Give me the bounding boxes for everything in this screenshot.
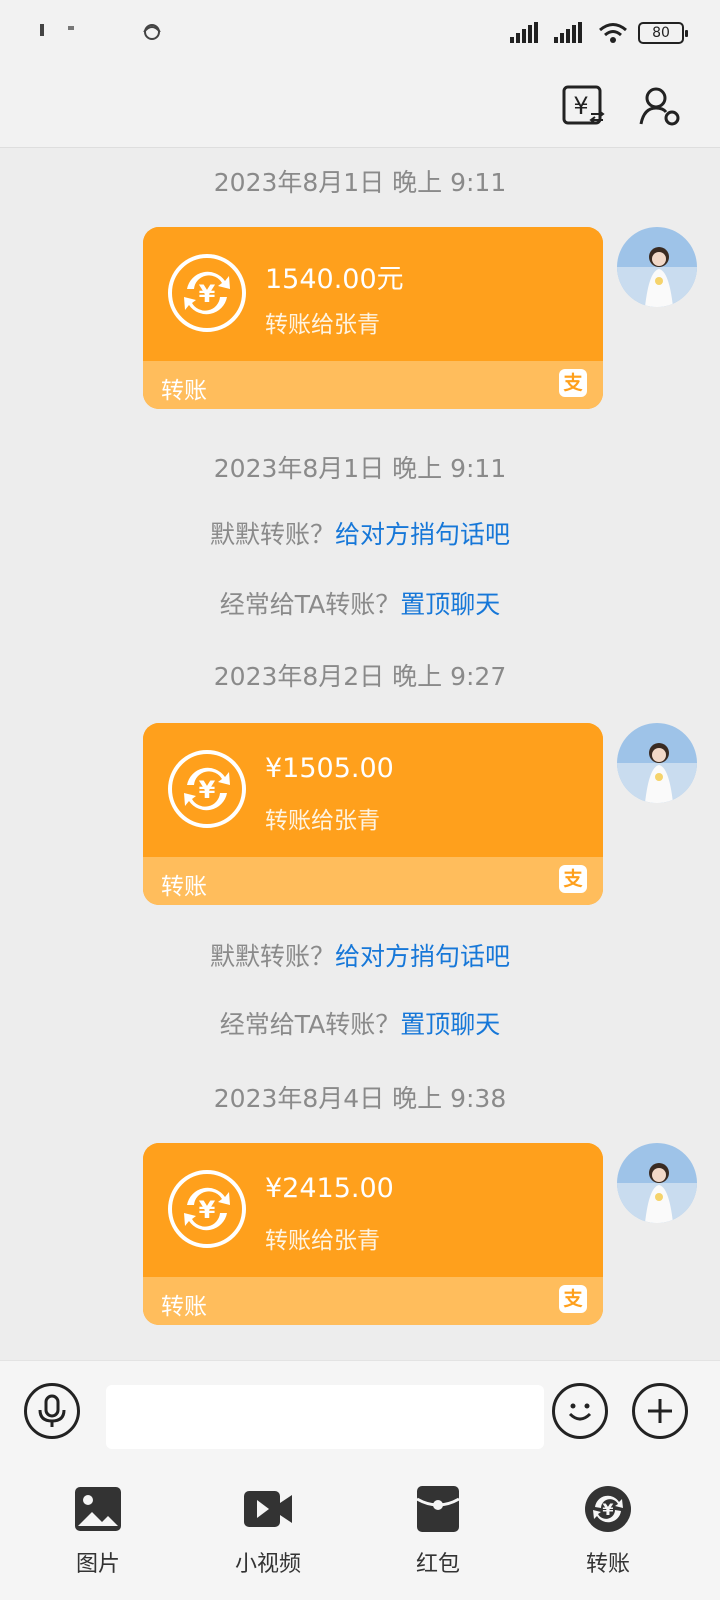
svg-text:¥: ¥ <box>199 280 216 308</box>
signal-icon <box>510 22 538 43</box>
chat-header: ¥ <box>0 72 720 148</box>
avatar[interactable] <box>617 1143 697 1223</box>
smiley-icon <box>568 1403 592 1421</box>
person-settings-icon <box>639 87 680 126</box>
plus-icon <box>648 1399 672 1423</box>
more-options-button[interactable] <box>632 1383 688 1439</box>
message-timestamp: 2023年8月1日 晚上 9:11 <box>213 168 507 197</box>
avatar[interactable] <box>617 227 697 307</box>
yuan-transfer-icon: ¥ <box>562 85 605 125</box>
tip-text: 经常给TA转账？ <box>219 590 401 619</box>
tip-text: 经常给TA转账？ <box>219 1010 401 1039</box>
message-timestamp: 2023年8月4日 晚上 9:38 <box>213 1084 507 1113</box>
tool-image[interactable]: 图片 <box>38 1484 158 1578</box>
transfer-card-footer: 转账 支 <box>143 857 603 905</box>
yuan-exchange-icon: ¥ <box>168 750 246 828</box>
signal-icon-2 <box>554 22 582 43</box>
alipay-logo-icon: 支 <box>559 865 587 893</box>
send-message-link[interactable]: 给对方捎句话吧 <box>335 942 510 971</box>
message-timestamp: 2023年8月2日 晚上 9:27 <box>213 662 507 691</box>
video-icon <box>243 1484 293 1534</box>
transfer-card-body: ¥ ¥2415.00 转账给张青 <box>143 1143 603 1277</box>
transfer-label: 转账 <box>161 378 207 404</box>
transfer-record-button[interactable]: ¥ <box>556 78 612 134</box>
avatar-image <box>617 227 697 307</box>
message-text-input[interactable] <box>106 1385 544 1449</box>
tool-label: 小视频 <box>234 1552 301 1577</box>
transfer-card-body: ¥ 1540.00元 转账给张青 <box>143 227 603 361</box>
svg-text:¥: ¥ <box>199 776 216 804</box>
message-input-bar <box>0 1360 720 1470</box>
avatar[interactable] <box>617 723 697 803</box>
transfer-amount: 1540.00元 <box>265 264 404 295</box>
transfer-amount: ¥1505.00 <box>265 753 394 784</box>
transfer-description: 转账给张青 <box>265 1228 380 1254</box>
battery-indicator: 80 <box>638 22 688 44</box>
tip-text: 默默转账？ <box>209 520 335 549</box>
send-message-link[interactable]: 给对方捎句话吧 <box>335 520 510 549</box>
chat-profile-button[interactable] <box>632 78 688 134</box>
tool-label: 红包 <box>415 1552 460 1577</box>
avatar-image <box>617 723 697 803</box>
transfer-card[interactable]: ¥ ¥1505.00 转账给张青 转账 支 <box>143 723 603 905</box>
transfer-card[interactable]: ¥ ¥2415.00 转账给张青 转账 支 <box>143 1143 603 1325</box>
transfer-card[interactable]: ¥ 1540.00元 转账给张青 转账 支 <box>143 227 603 409</box>
avatar-image <box>617 1143 697 1223</box>
microphone-icon <box>38 1394 66 1427</box>
chat-message-list[interactable]: 2023年8月1日 晚上 9:11 ¥ 1540.00元 转账给张青 转账 支 <box>0 149 720 1360</box>
yuan-exchange-icon: ¥ <box>168 1170 246 1248</box>
silent-transfer-tip: 默默转账？给对方捎句话吧 <box>0 937 720 973</box>
pin-chat-tip: 经常给TA转账？置顶聊天 <box>0 585 720 621</box>
status-bar: 80 <box>0 0 720 72</box>
image-icon <box>73 1484 123 1534</box>
transfer-icon: ¥ <box>583 1484 633 1534</box>
tool-video[interactable]: 小视频 <box>208 1484 328 1578</box>
message-timestamp: 2023年8月1日 晚上 9:11 <box>213 454 507 483</box>
transfer-card-body: ¥ ¥1505.00 转账给张青 <box>143 723 603 857</box>
tool-label: 转账 <box>585 1552 630 1577</box>
pin-chat-link[interactable]: 置顶聊天 <box>400 1010 500 1039</box>
alipay-logo-icon: 支 <box>559 1285 587 1313</box>
transfer-description: 转账给张青 <box>265 808 380 834</box>
pin-chat-link[interactable]: 置顶聊天 <box>400 590 500 619</box>
wifi-icon <box>599 23 627 43</box>
transfer-description: 转账给张青 <box>265 312 380 338</box>
tool-red-packet[interactable]: 红包 <box>378 1484 498 1578</box>
red-packet-icon <box>413 1484 463 1534</box>
tool-label: 图片 <box>75 1552 120 1577</box>
transfer-label: 转账 <box>161 874 207 900</box>
transfer-card-footer: 转账 支 <box>143 1277 603 1325</box>
transfer-card-footer: 转账 支 <box>143 361 603 409</box>
status-left-icons <box>40 18 170 44</box>
notification-icons <box>40 24 161 40</box>
voice-button[interactable] <box>24 1383 80 1439</box>
alipay-logo-icon: 支 <box>559 369 587 397</box>
pin-chat-tip: 经常给TA转账？置顶聊天 <box>0 1005 720 1041</box>
status-right-icons: 80 <box>510 22 688 44</box>
silent-transfer-tip: 默默转账？给对方捎句话吧 <box>0 515 720 551</box>
tip-text: 默默转账？ <box>209 942 335 971</box>
transfer-amount: ¥2415.00 <box>265 1173 394 1204</box>
svg-text:¥: ¥ <box>573 92 588 120</box>
transfer-label: 转账 <box>161 1294 207 1320</box>
emoji-button[interactable] <box>552 1383 608 1439</box>
tool-transfer[interactable]: ¥ 转账 <box>548 1484 668 1578</box>
svg-text:¥: ¥ <box>199 1196 216 1224</box>
yuan-exchange-icon: ¥ <box>168 254 246 332</box>
svg-text:¥: ¥ <box>602 1500 613 1519</box>
attachment-toolbar: 图片 小视频 红包 ¥ 转账 <box>0 1470 720 1600</box>
